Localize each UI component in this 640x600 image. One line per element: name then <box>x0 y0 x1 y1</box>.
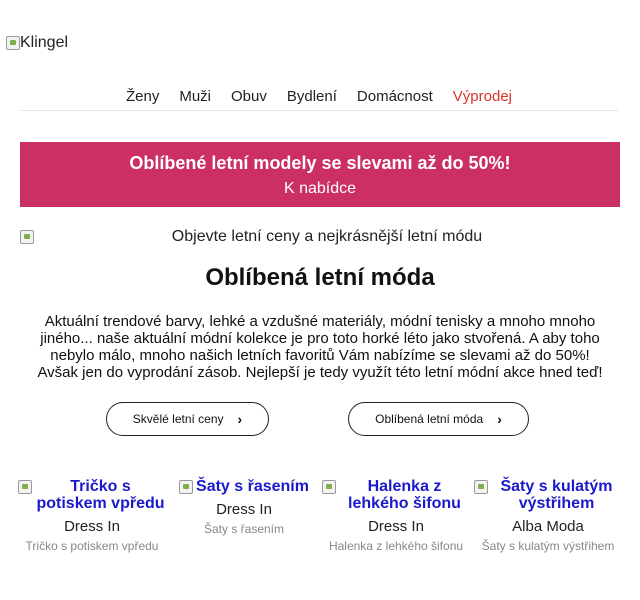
product-image-alt: Halenka z lehkého šifonu <box>348 478 461 512</box>
nav-item-muzi[interactable]: Muži <box>179 88 211 110</box>
chevron-right-icon: › <box>497 411 502 427</box>
broken-image-icon <box>6 36 20 50</box>
hero-image[interactable]: Objevte letní ceny a nejkrásnější letní … <box>20 226 620 248</box>
nav-item-zeny[interactable]: Ženy <box>126 88 159 110</box>
product-image[interactable]: Šaty s řasením <box>170 478 318 495</box>
product-image[interactable]: Halenka z lehkého šifonu <box>322 478 470 512</box>
broken-image-icon <box>474 480 488 494</box>
intro-paragraph: Aktuální trendové barvy, lehké a vzdušné… <box>37 313 603 381</box>
logo-image[interactable]: Klingel <box>6 34 68 52</box>
chevron-right-icon: › <box>237 411 243 427</box>
summer-fashion-button-label: Oblíbená letní móda <box>375 412 484 426</box>
broken-image-icon <box>20 230 34 244</box>
nav-item-domacnost[interactable]: Domácnost <box>357 88 433 110</box>
product-name: Šaty s řasením <box>203 522 285 536</box>
product-card[interactable]: Šaty s řasením Dress In Šaty s řasením <box>170 478 318 537</box>
promo-banner-link[interactable]: K nabídce <box>20 180 620 198</box>
broken-image-icon <box>322 480 336 494</box>
product-name: Tričko s potiskem vpředu <box>25 539 159 553</box>
product-image-alt: Tričko s potiskem vpředu <box>36 478 165 512</box>
main-nav: Ženy Muži Obuv Bydlení Domácnost Výprode… <box>20 88 618 111</box>
page-headline: Oblíbená letní móda <box>205 264 435 291</box>
nav-item-vyprodej[interactable]: Výprodej <box>453 88 512 110</box>
product-card[interactable]: Šaty s kulatým výstřihem Alba Moda Šaty … <box>474 478 622 554</box>
product-image-alt: Šaty s kulatým výstřihem <box>500 478 613 512</box>
summer-prices-button-label: Skvělé letní ceny <box>132 412 224 426</box>
summer-fashion-button[interactable]: Oblíbená letní móda › <box>348 402 529 436</box>
product-name: Šaty s kulatým výstřihem <box>481 539 615 553</box>
nav-item-bydleni[interactable]: Bydlení <box>287 88 337 110</box>
product-brand: Dress In <box>64 518 120 535</box>
product-brand: Alba Moda <box>512 518 584 535</box>
summer-prices-button[interactable]: Skvělé letní ceny › <box>106 402 269 436</box>
product-image[interactable]: Tričko s potiskem vpředu <box>18 478 166 512</box>
product-name: Halenka z lehkého šifonu <box>328 539 464 553</box>
product-brand: Dress In <box>368 518 424 535</box>
product-card[interactable]: Halenka z lehkého šifonu Dress In Halenk… <box>322 478 470 554</box>
promo-banner-title: Oblíbené letní modely se slevami až do 5… <box>129 153 511 173</box>
product-image[interactable]: Šaty s kulatým výstřihem <box>474 478 622 512</box>
hero-alt-text: Objevte letní ceny a nejkrásnější letní … <box>171 228 483 245</box>
logo-alt-text: Klingel <box>20 34 69 51</box>
broken-image-icon <box>18 480 32 494</box>
nav-item-obuv[interactable]: Obuv <box>231 88 267 110</box>
product-card[interactable]: Tričko s potiskem vpředu Dress In Tričko… <box>18 478 166 554</box>
promo-banner[interactable]: Oblíbené letní modely se slevami až do 5… <box>20 142 620 207</box>
broken-image-icon <box>179 480 194 494</box>
product-brand: Dress In <box>216 501 272 518</box>
product-image-alt: Šaty s řasením <box>196 478 309 495</box>
